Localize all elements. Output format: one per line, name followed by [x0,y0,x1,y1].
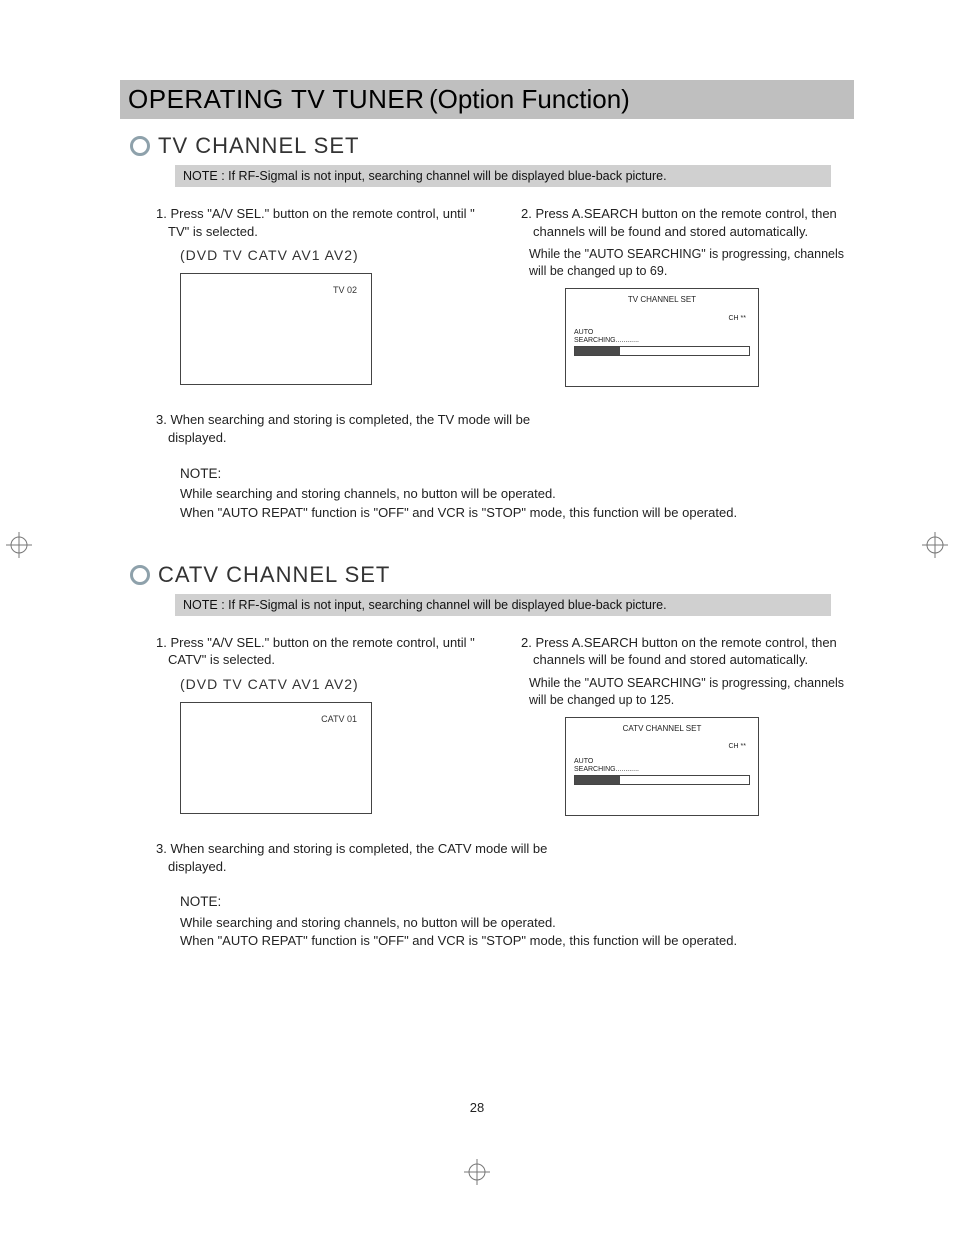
osd-title: CATV CHANNEL SET [572,724,752,735]
tv-screen-label: CATV 01 [321,713,357,725]
section-bullet-icon [130,565,150,585]
step-2: 2. Press A.SEARCH button on the remote c… [521,205,854,240]
right-column: 2. Press A.SEARCH button on the remote c… [515,205,854,387]
section-heading: TV CHANNEL SET [158,133,359,159]
page-title-part1: OPERATING TV TUNER [128,84,425,114]
tv-screen-label: TV 02 [333,284,357,296]
section-note-bar: NOTE : If RF-Sigmal is not input, search… [175,165,831,187]
step-2-subtext: While the "AUTO SEARCHING" is progressin… [529,246,854,280]
step-1: 1. Press "A/V SEL." button on the remote… [156,634,489,669]
tv-screen-illustration: TV 02 [180,273,372,385]
osd-title: TV CHANNEL SET [572,295,752,306]
note-line: When "AUTO REPAT" function is "OFF" and … [180,932,854,950]
section-note-block: NOTE: While searching and storing channe… [180,893,854,950]
step-2-subtext: While the "AUTO SEARCHING" is progressin… [529,675,854,709]
step-3: 3. When searching and storing is complet… [156,840,548,875]
step-2: 2. Press A.SEARCH button on the remote c… [521,634,854,669]
page-number: 28 [0,1100,954,1115]
page-content: OPERATING TV TUNER (Option Function) TV … [0,0,954,1031]
section-note-block: NOTE: While searching and storing channe… [180,465,854,522]
section-tv-channel-set: TV CHANNEL SET NOTE : If RF-Sigmal is no… [120,133,854,522]
right-column: 2. Press A.SEARCH button on the remote c… [515,634,854,816]
note-line: When "AUTO REPAT" function is "OFF" and … [180,504,854,522]
osd-channel: CH ** [572,314,752,323]
step-3: 3. When searching and storing is complet… [156,411,548,446]
registration-mark-icon [922,532,948,558]
osd-auto-searching: AUTO SEARCHING............ [574,329,752,344]
step-1: 1. Press "A/V SEL." button on the remote… [156,205,489,240]
note-line: While searching and storing channels, no… [180,485,854,503]
input-source-list: (DVD TV CATV AV1 AV2) [180,675,489,694]
osd-screen-illustration: TV CHANNEL SET CH ** AUTO SEARCHING.....… [565,288,759,388]
left-column: 1. Press "A/V SEL." button on the remote… [150,634,489,816]
section-note-bar: NOTE : If RF-Sigmal is not input, search… [175,594,831,616]
tv-screen-illustration: CATV 01 [180,702,372,814]
input-source-list: (DVD TV CATV AV1 AV2) [180,246,489,265]
note-line: While searching and storing channels, no… [180,914,854,932]
note-heading: NOTE: [180,893,854,912]
note-heading: NOTE: [180,465,854,484]
osd-channel: CH ** [572,742,752,751]
section-catv-channel-set: CATV CHANNEL SET NOTE : If RF-Sigmal is … [120,562,854,951]
osd-auto-searching: AUTO SEARCHING............ [574,758,752,773]
registration-mark-icon [6,532,32,558]
page-title-part2: (Option Function) [429,84,630,114]
osd-screen-illustration: CATV CHANNEL SET CH ** AUTO SEARCHING...… [565,717,759,817]
section-heading: CATV CHANNEL SET [158,562,390,588]
section-bullet-icon [130,136,150,156]
registration-mark-icon [464,1159,490,1185]
page-title-bar: OPERATING TV TUNER (Option Function) [120,80,854,119]
left-column: 1. Press "A/V SEL." button on the remote… [150,205,489,387]
osd-progress-bar [574,775,750,785]
osd-progress-bar [574,346,750,356]
